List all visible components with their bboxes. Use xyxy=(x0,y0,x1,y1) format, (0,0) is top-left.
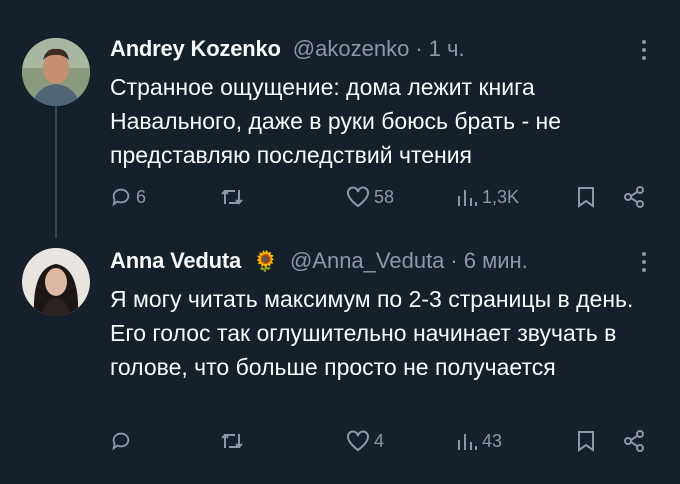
separator-dot: · xyxy=(450,248,458,273)
like-button[interactable]: 58 xyxy=(346,186,394,208)
views-count: 43 xyxy=(482,430,503,451)
retweet-button[interactable] xyxy=(220,430,248,452)
avatar[interactable] xyxy=(22,38,90,106)
tweet[interactable]: Anna Veduta 🌻 @Anna_Veduta · 6 мин. Я мо… xyxy=(0,228,680,484)
tweet-text: Я могу читать максимум по 2-3 страницы в… xyxy=(110,286,634,380)
reply-count: 6 xyxy=(136,186,147,207)
action-bar: 4 43 xyxy=(110,430,650,458)
author-name[interactable]: Anna Veduta xyxy=(110,248,241,274)
bookmark-icon xyxy=(576,186,596,208)
like-count: 58 xyxy=(374,186,395,207)
views-icon xyxy=(456,430,478,452)
retweet-icon xyxy=(220,186,244,208)
share-button[interactable] xyxy=(622,430,646,452)
sunflower-icon: 🌻 xyxy=(253,250,278,273)
reply-icon xyxy=(110,186,132,208)
like-button[interactable]: 4 xyxy=(346,430,384,452)
like-count: 4 xyxy=(374,430,385,451)
timestamp[interactable]: 1 ч. xyxy=(429,36,465,62)
avatar[interactable] xyxy=(22,248,90,316)
retweet-icon xyxy=(220,430,244,452)
views-button[interactable]: 1,3K xyxy=(456,186,519,208)
share-icon xyxy=(622,186,646,208)
views-button[interactable]: 43 xyxy=(456,430,502,452)
tweet-header: Anna Veduta 🌻 @Anna_Veduta · 6 мин. xyxy=(110,248,528,274)
views-icon xyxy=(456,186,478,208)
bookmark-icon xyxy=(576,430,596,452)
share-icon xyxy=(622,430,646,452)
bookmark-button[interactable] xyxy=(576,186,596,208)
author-handle[interactable]: @Anna_Veduta xyxy=(290,248,444,274)
tweet[interactable]: Andrey Kozenko @akozenko · 1 ч. Странное… xyxy=(0,0,680,228)
separator-dot: · xyxy=(415,36,423,61)
reply-button[interactable] xyxy=(110,430,136,452)
retweet-button[interactable] xyxy=(220,186,248,208)
more-icon[interactable] xyxy=(642,40,648,60)
timestamp[interactable]: 6 мин. xyxy=(464,248,528,274)
heart-icon xyxy=(346,430,370,452)
views-count: 1,3K xyxy=(482,186,520,207)
author-name[interactable]: Andrey Kozenko xyxy=(110,36,281,62)
bookmark-button[interactable] xyxy=(576,430,596,452)
share-button[interactable] xyxy=(622,186,646,208)
reply-icon xyxy=(110,430,132,452)
author-handle[interactable]: @akozenko xyxy=(293,36,410,62)
action-bar: 6 58 1,3K xyxy=(110,186,650,214)
heart-icon xyxy=(346,186,370,208)
tweet-text: Странное ощущение: дома лежит книга Нава… xyxy=(110,74,562,168)
reply-button[interactable]: 6 xyxy=(110,186,146,208)
more-icon[interactable] xyxy=(642,252,648,272)
tweet-header: Andrey Kozenko @akozenko · 1 ч. xyxy=(110,36,465,62)
